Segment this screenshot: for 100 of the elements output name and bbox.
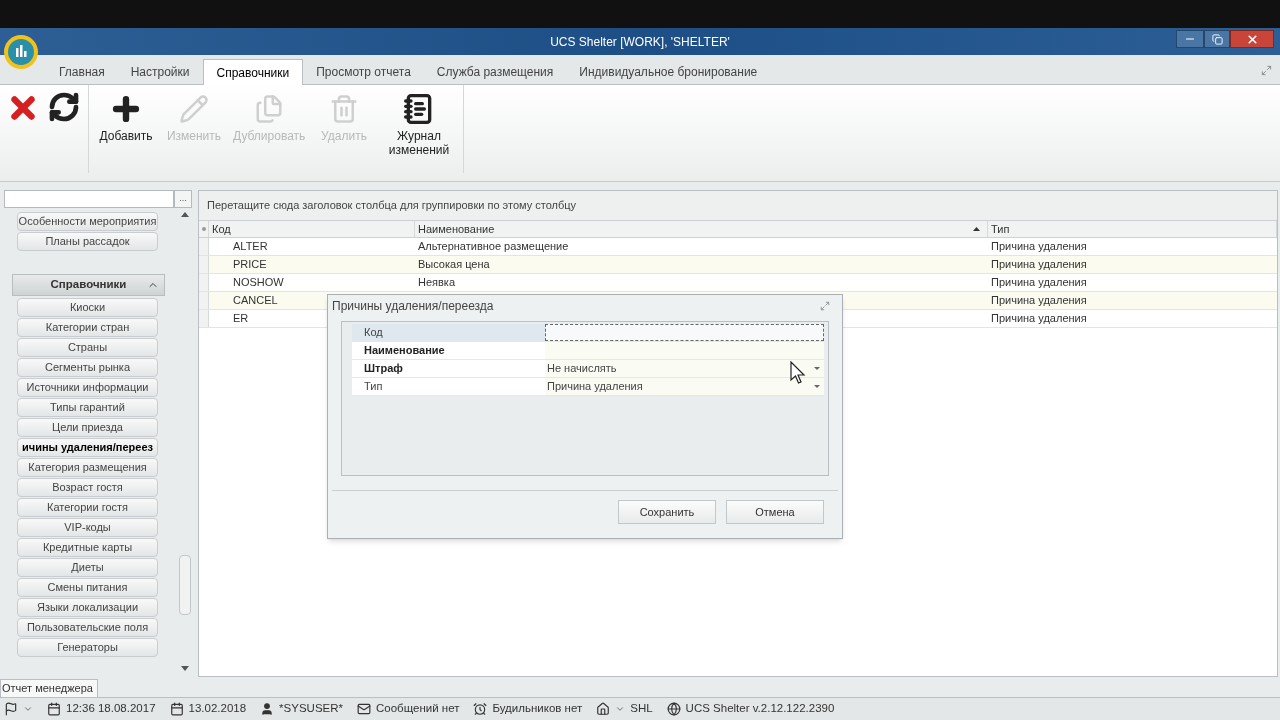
ribbon-tab[interactable]: Индивидуальное бронирование [566, 59, 771, 84]
table-cell-text: Причина удаления [991, 293, 1087, 309]
scroll-thumb[interactable] [179, 555, 191, 615]
property-value-field[interactable]: Причина удаления [545, 378, 824, 395]
toolbar-button[interactable]: Журнал изменений [379, 91, 459, 173]
dropdown-icon [814, 385, 820, 388]
bottom-tab[interactable]: Отчет менеджера [0, 679, 98, 697]
documents-icon [254, 94, 284, 124]
table-cell-text: Альтернативное размещение [418, 239, 569, 255]
status-text: 13.02.2018 [188, 701, 247, 717]
group-header[interactable]: Справочники [12, 274, 165, 296]
expand-icon[interactable] [820, 301, 830, 311]
alarm-clock-icon [473, 702, 488, 716]
sidebar-item[interactable]: Языки локализации [17, 598, 158, 617]
calendar-icon [169, 702, 184, 716]
dropdown-icon[interactable] [615, 704, 626, 714]
sidebar-item[interactable]: Источники информации [17, 378, 158, 397]
sidebar-item[interactable]: Пользовательские поля [17, 618, 158, 637]
refresh-icon [48, 91, 80, 123]
column-header[interactable]: Код [209, 221, 415, 237]
scroll-down-icon [181, 666, 189, 671]
table-cell-text: NOSHOW [233, 275, 284, 291]
ribbon-tab[interactable]: Просмотр отчета [303, 59, 424, 84]
minimize-button[interactable] [1176, 30, 1204, 48]
sidebar-item[interactable]: Страны [17, 338, 158, 357]
status-text: *SYSUSER* [279, 701, 343, 717]
row-indicator[interactable] [199, 256, 209, 273]
row-indicator[interactable] [199, 292, 209, 309]
new-row-icon [201, 227, 206, 231]
search-options-button[interactable]: ... [174, 190, 192, 208]
table-cell-text: Причина удаления [991, 275, 1087, 291]
globe-icon [666, 702, 681, 716]
sidebar-item[interactable]: Типы гарантий [17, 398, 158, 417]
dropdown-icon [814, 367, 820, 370]
sidebar-item[interactable]: Возраст гостя [17, 478, 158, 497]
table-cell-text: Причина удаления [991, 311, 1087, 327]
search-field[interactable] [4, 190, 174, 208]
app-logo-icon [4, 35, 38, 69]
property-label: Штраф [352, 360, 545, 377]
sidebar-item[interactable]: Диеты [17, 558, 158, 577]
restore-button[interactable] [1204, 30, 1230, 48]
sidebar-item[interactable]: Особенности мероприятия [17, 212, 158, 231]
status-text: 12:36 18.08.2017 [66, 701, 156, 717]
table-cell-text: ER [233, 311, 249, 327]
ribbon-tab[interactable]: Служба размещения [423, 59, 567, 84]
sidebar-item[interactable]: VIP-коды [17, 518, 158, 537]
ribbon-tab[interactable]: Главная [46, 59, 118, 84]
dialog-button[interactable]: Отмена [726, 500, 824, 524]
pencil-icon [179, 94, 209, 124]
property-value-field[interactable]: Не начислять [545, 360, 824, 377]
property-value-field[interactable] [545, 324, 824, 341]
calendar-icon [47, 702, 61, 716]
trash-icon [329, 94, 359, 124]
column-header[interactable]: Наименование [415, 221, 988, 237]
sidebar-item[interactable]: Категории гостя [17, 498, 158, 517]
ribbon-tab[interactable]: Настройки [117, 59, 203, 84]
column-header[interactable]: Тип [988, 221, 1277, 237]
sidebar-item[interactable]: Смены питания [17, 578, 158, 597]
mail-icon [357, 702, 371, 716]
sidebar-item[interactable]: Киоски [17, 298, 158, 317]
scroll-up-icon [181, 212, 189, 217]
row-indicator[interactable] [199, 238, 209, 255]
status-text: Будильников нет [492, 701, 583, 717]
home-icon [596, 702, 611, 716]
expand-icon[interactable] [1261, 65, 1272, 76]
status-text: Сообщений нет [376, 701, 460, 717]
status-text: SHL [630, 701, 653, 717]
sidebar-item[interactable]: Сегменты рынка [17, 358, 158, 377]
user-icon [260, 702, 275, 716]
dialog-title: Причины удаления/переезда [332, 298, 494, 315]
status-text: UCS Shelter v.2.12.122.2390 [685, 701, 835, 717]
mouse-cursor-icon [790, 361, 806, 385]
sidebar-item[interactable]: Категория размещения [17, 458, 158, 477]
sidebar-item[interactable]: Цели приезда [17, 418, 158, 437]
sort-icon [973, 227, 980, 231]
ribbon-tab[interactable]: Справочники [202, 59, 304, 85]
restore-icon [1211, 33, 1223, 45]
close-icon [1245, 32, 1259, 46]
table-cell-text: Причина удаления [991, 257, 1087, 273]
property-value-field[interactable] [545, 342, 824, 359]
toolbar-button[interactable]: Добавить [93, 91, 159, 173]
row-indicator[interactable] [199, 274, 209, 291]
table-cell-text: PRICE [233, 257, 267, 273]
dialog-button[interactable]: Сохранить [618, 500, 716, 524]
table-cell-text: Причина удаления [991, 239, 1087, 255]
row-indicator[interactable] [199, 310, 209, 327]
property-label: Наименование [352, 342, 545, 359]
close-button[interactable] [1230, 30, 1274, 48]
sidebar-item[interactable]: Категории стран [17, 318, 158, 337]
sidebar-item[interactable]: Планы рассадок [17, 232, 158, 251]
dropdown-icon[interactable] [23, 704, 33, 714]
table-cell-text: CANCEL [233, 293, 278, 309]
window-title: UCS Shelter [WORK], 'SHELTER' [550, 33, 730, 51]
sidebar-item[interactable]: ичины удаления/переез [17, 438, 158, 457]
table-cell-text: ALTER [233, 239, 268, 255]
sidebar-item[interactable]: Кредитные карты [17, 538, 158, 557]
group-hint: Перетащите сюда заголовок столбца для группировки по этому столбцу [207, 198, 577, 214]
table-cell-text: Неявка [418, 275, 456, 291]
table-cell-text: Высокая цена [418, 257, 490, 273]
sidebar-item[interactable]: Генераторы [17, 638, 158, 657]
